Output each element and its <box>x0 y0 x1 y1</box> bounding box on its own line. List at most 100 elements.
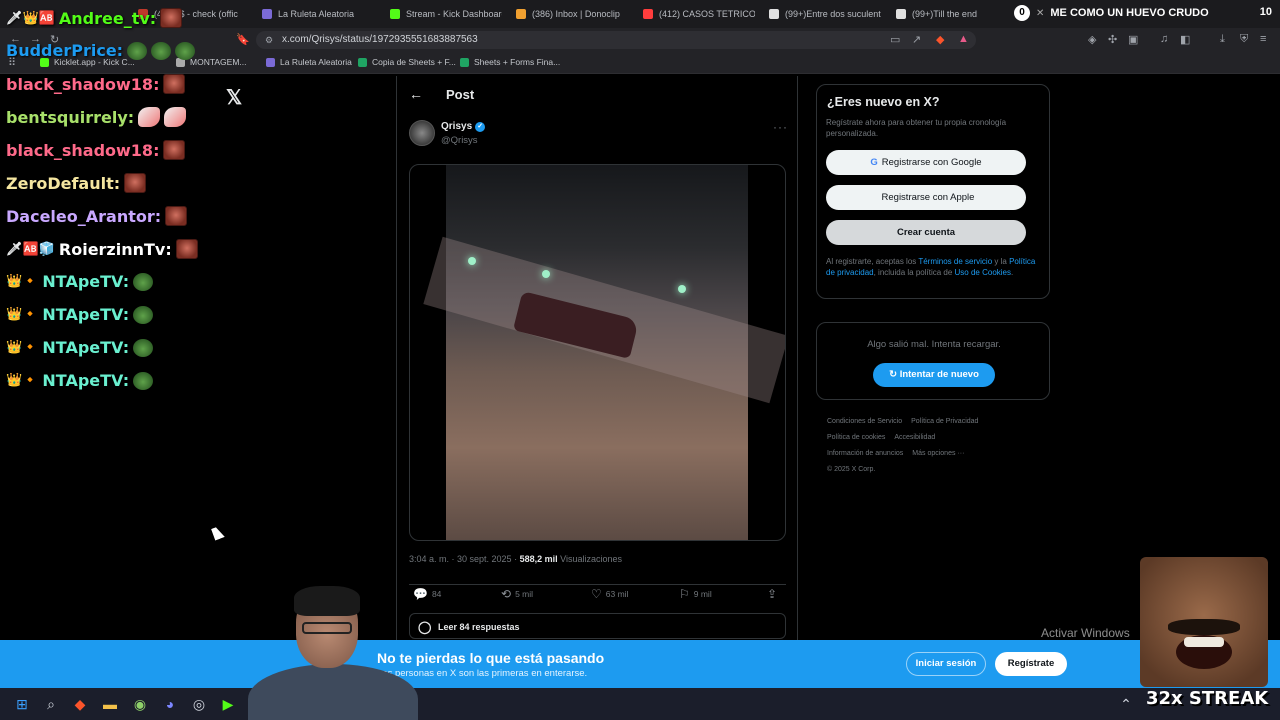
like-button[interactable]: ♡ 63 mil <box>591 587 628 601</box>
brave-shield-icon[interactable]: ◆ <box>936 33 944 46</box>
wallet-icon[interactable]: ▣ <box>1128 33 1138 46</box>
meme-moustache <box>1168 619 1240 635</box>
tray-chevron-icon[interactable]: ⌃ <box>1116 694 1136 714</box>
footer-link[interactable]: Política de cookies <box>827 434 885 441</box>
footer-link[interactable]: Más opciones ··· <box>912 450 964 457</box>
chat-badges-icon: 🗡🆎🧊 <box>6 241 55 257</box>
error-message: Algo salió mal. Intenta recargar. <box>867 339 1001 350</box>
signup-legal: Al registrarte, aceptas los Términos de … <box>826 256 1041 278</box>
meme-face-overlay <box>1140 557 1268 687</box>
footer-link[interactable]: Política de Privacidad <box>911 418 978 425</box>
footer-copyright: © 2025 X Corp. <box>827 466 876 473</box>
now-playing-overlay: 0 ✕ ME COMO UN HUEVO CRUDO 10 <box>1014 4 1280 22</box>
browser-tab[interactable]: (386) Inbox | Donoclip <box>516 4 628 24</box>
bookmark-icon[interactable]: 🔖 <box>236 33 250 46</box>
chat-username: NTApeTV: <box>42 371 130 390</box>
chat-message: ZeroDefault: <box>6 173 147 193</box>
share-button[interactable]: ⇪ <box>767 587 777 601</box>
chat-message: 🗡👑🆎 Andree_tv: <box>6 8 183 28</box>
footer-link[interactable]: Condiciones de Servicio <box>827 418 902 425</box>
repost-button[interactable]: ⟲ 5 mil <box>501 587 533 601</box>
signup-google-button[interactable]: G Registrarse con Google <box>826 150 1026 175</box>
author-avatar[interactable] <box>409 120 435 146</box>
browser-tab[interactable]: (412) CASOS TETRICOS | F <box>643 4 755 24</box>
chat-emote-icon <box>133 305 154 324</box>
download-icon[interactable]: ⤓ <box>1220 33 1225 46</box>
create-account-label: Crear cuenta <box>896 227 956 238</box>
footer-link[interactable]: Accesibilidad <box>894 434 935 441</box>
login-button[interactable]: Iniciar sesión <box>906 652 986 676</box>
signup-apple-button[interactable]: Registrarse con Apple <box>826 185 1026 210</box>
bookmark-icon: ⚐ <box>679 587 690 601</box>
file-explorer-icon[interactable]: ▬ <box>100 694 120 714</box>
rewards-icon[interactable]: ▲ <box>958 33 969 45</box>
meme-teeth <box>1184 637 1224 647</box>
author-handle[interactable]: @Qrisys <box>441 135 478 146</box>
screen-icon[interactable]: ▭ <box>890 33 900 46</box>
bookmark-count: 9 mil <box>693 589 712 599</box>
views-label: Visualizaciones <box>560 554 622 564</box>
brave-browser-icon[interactable]: ◆ <box>70 694 90 714</box>
extension-icon[interactable]: ◈ <box>1088 33 1096 46</box>
bookmark-label: Copia de Sheets + F... <box>372 57 456 67</box>
error-card: Algo salió mal. Intenta recargar. ↻ Inte… <box>816 322 1050 400</box>
chat-emote-icon <box>138 107 161 127</box>
share-icon[interactable]: ↗ <box>912 33 921 46</box>
legal-text-2: y la <box>992 257 1010 266</box>
post-timestamp: 3:04 a. m. · 30 sept. 2025 · 588,2 mil V… <box>409 554 622 564</box>
url-input[interactable]: ⚙ x.com/Qrisys/status/197293555168388756… <box>256 31 976 49</box>
author-name[interactable]: Qrisys ✓ <box>441 121 486 132</box>
tab-label: (412) CASOS TETRICOS | F <box>659 9 755 19</box>
browser-tab[interactable]: (99+)Till the end <box>896 4 1008 24</box>
create-account-button[interactable]: Crear cuenta <box>826 220 1026 245</box>
chat-message: black_shadow18: <box>6 140 186 160</box>
webcam-overlay <box>238 584 428 720</box>
discord-icon[interactable]: ◕ <box>160 694 180 714</box>
kick-icon[interactable]: ▶ <box>218 694 238 714</box>
post-media[interactable] <box>409 164 786 541</box>
vpn-icon[interactable]: ⛨ <box>1240 33 1248 46</box>
chat-username: Daceleo_Arantor: <box>6 206 162 226</box>
register-button[interactable]: Regístrate <box>995 652 1067 676</box>
video-player[interactable] <box>423 165 785 540</box>
like-count: 63 mil <box>605 589 629 599</box>
windows-start-icon[interactable]: ⊞ <box>12 694 32 714</box>
browser-tab[interactable]: La Ruleta Aleatoria <box>262 4 374 24</box>
bookmark-item[interactable]: La Ruleta Aleatoria <box>266 57 352 67</box>
more-options-icon[interactable]: ··· <box>773 120 788 134</box>
post-time[interactable]: 3:04 a. m. · 30 sept. 2025 · <box>409 554 520 564</box>
search-icon[interactable]: ⌕ <box>41 694 61 714</box>
chat-emote-icon <box>127 41 148 60</box>
x-icon: ✕ <box>1036 7 1045 19</box>
menu-icon[interactable]: ≡ <box>1260 33 1266 45</box>
heart-icon: ♡ <box>591 587 602 601</box>
music-icon[interactable]: ♫ <box>1160 33 1168 45</box>
puzzle-icon[interactable]: ✣ <box>1108 33 1117 46</box>
terms-link[interactable]: Términos de servicio <box>918 257 992 266</box>
post-column: ← Post Qrisys ✓ @Qrisys ··· 3:04 a. m. ·… <box>396 76 798 640</box>
activate-windows-watermark: Activar Windows <box>1041 626 1130 640</box>
cookies-link[interactable]: Uso de Cookies <box>955 268 1011 277</box>
browser-tab[interactable]: (99+)Entre dos suculentas <box>769 4 881 24</box>
x-logo-icon[interactable]: 𝕏 <box>226 85 242 110</box>
retry-button[interactable]: ↻ Intentar de nuevo <box>873 363 995 387</box>
read-replies-button[interactable]: ◯ Leer 84 respuestas <box>409 613 786 639</box>
sidebar-icon[interactable]: ◧ <box>1180 33 1190 46</box>
chat-emote-icon <box>175 41 196 60</box>
browser-tab[interactable]: Stream - Kick Dashboard <box>390 4 502 24</box>
footer-link[interactable]: Información de anuncios <box>827 450 903 457</box>
bookmark-item[interactable]: Copia de Sheets + F... <box>358 57 456 67</box>
tab-favicon-icon <box>516 9 526 19</box>
xbox-icon[interactable]: ◉ <box>130 694 150 714</box>
bookmark-item[interactable]: Sheets + Forms Fina... <box>460 57 560 67</box>
chat-message: 👑🔸 NTApeTV: <box>6 272 154 291</box>
bookmark-button[interactable]: ⚐ 9 mil <box>679 587 712 601</box>
signup-card: ¿Eres nuevo en X? Regístrate ahora para … <box>816 84 1050 299</box>
site-info-icon[interactable]: ⚙ <box>265 31 273 49</box>
obs-icon[interactable]: ◎ <box>189 694 209 714</box>
back-arrow-icon[interactable]: ← <box>409 86 423 102</box>
chat-message: bentsquirrely: <box>6 107 187 127</box>
now-playing-count: 10 <box>1259 6 1272 18</box>
repost-count: 5 mil <box>515 589 534 599</box>
streak-counter: 32x STREAK <box>1146 688 1269 709</box>
